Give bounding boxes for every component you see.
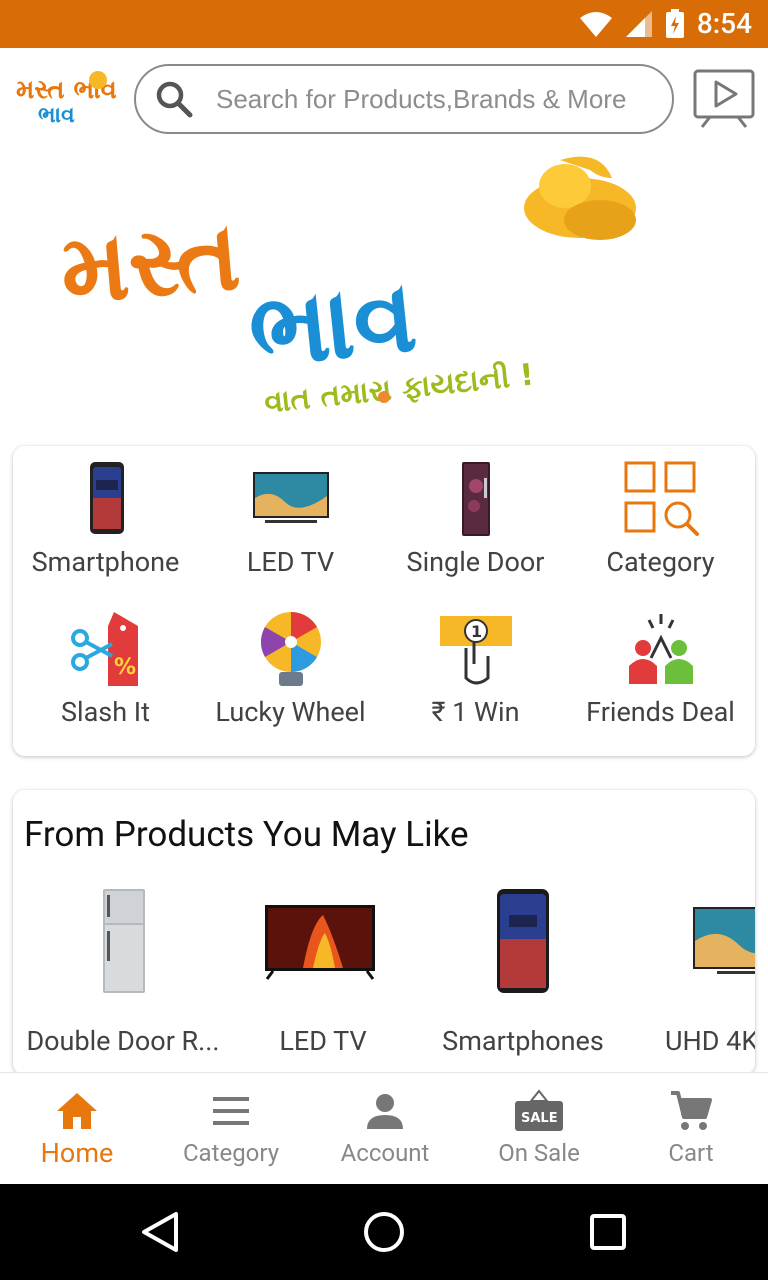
product-item-smartphones[interactable]: Smartphones — [423, 885, 623, 1070]
quick-link-rupee-win[interactable]: 1 ₹ 1 Win — [383, 596, 568, 736]
smartphone-icon — [497, 889, 549, 993]
menu-icon — [213, 1097, 249, 1125]
quick-link-label: Single Door — [406, 546, 545, 578]
sale-badge-text: SALE — [521, 1111, 558, 1126]
rupee-win-icon: 1 — [439, 616, 512, 685]
quick-link-label: Category — [606, 546, 715, 578]
product-item-uhd[interactable]: UHD 4K — [623, 885, 755, 1070]
back-icon[interactable] — [136, 1208, 184, 1256]
quick-link-label: Smartphone — [31, 546, 180, 578]
banner-word-mast: મસ્ત — [56, 199, 244, 326]
clock: 8:54 — [696, 7, 752, 40]
quick-link-smartphone[interactable]: Smartphone — [13, 446, 198, 586]
person-icon — [367, 1094, 403, 1129]
quick-link-label: LED TV — [246, 546, 335, 578]
app-header: મસ્ત ભાવ ભાવ — [0, 48, 768, 148]
recommended-products-card: From Products You May Like Double Door R… — [13, 790, 755, 1075]
search-input[interactable] — [216, 83, 656, 115]
led-tv-icon — [265, 905, 375, 980]
quick-link-label: Friends Deal — [586, 696, 735, 728]
promo-banner[interactable]: મસ્ત ભાવ વાત તમારા ફાયદાની ! — [0, 148, 768, 430]
product-label: UHD 4K — [665, 1025, 755, 1057]
carousel-indicator[interactable] — [378, 391, 390, 403]
quick-link-category[interactable]: Category — [568, 446, 753, 586]
nav-label: Home — [40, 1137, 114, 1169]
signal-icon — [625, 11, 652, 37]
led-tv-icon — [252, 472, 329, 523]
search-icon — [156, 81, 193, 118]
logo-word-bhav: ભાવ — [38, 103, 75, 128]
quick-link-friends-deal[interactable]: Friends Deal — [568, 596, 753, 736]
nav-cart[interactable]: Cart — [614, 1073, 768, 1185]
quick-links-card: Smartphone LED TV Single Door Category %… — [13, 446, 755, 756]
banner-word-bhav: ભાવ — [243, 257, 421, 391]
battery-charging-icon — [665, 9, 684, 38]
quick-link-single-door[interactable]: Single Door — [383, 446, 568, 586]
single-door-fridge-icon — [461, 462, 490, 536]
quick-link-slash-it[interactable]: % Slash It — [13, 596, 198, 736]
product-label: Double Door R... — [26, 1025, 220, 1057]
quick-link-label: Lucky Wheel — [215, 696, 366, 728]
recents-icon[interactable] — [584, 1208, 632, 1256]
quick-link-label: ₹ 1 Win — [431, 696, 520, 728]
friends-deal-icon — [628, 614, 693, 684]
product-label: Smartphones — [442, 1025, 604, 1057]
bottom-navigation: Home Category Account SALE On Sale Cart — [0, 1072, 768, 1184]
ok-hand-icon — [524, 156, 636, 240]
quick-link-label: Slash It — [61, 696, 150, 728]
product-item-double-door[interactable]: Double Door R... — [23, 885, 223, 1070]
slash-it-icon: % — [70, 612, 138, 686]
search-bar[interactable] — [134, 64, 674, 134]
nav-category[interactable]: Category — [154, 1073, 308, 1185]
cart-icon — [671, 1091, 712, 1130]
app-logo[interactable]: મસ્ત ભાવ ભાવ — [12, 64, 117, 134]
svg-text:1: 1 — [471, 622, 482, 641]
video-play-icon[interactable] — [692, 68, 756, 130]
nav-label: Category — [182, 1139, 280, 1167]
uhd-tv-icon — [693, 907, 755, 974]
status-bar: 8:54 — [0, 0, 768, 48]
double-door-fridge-icon — [103, 889, 145, 993]
lucky-wheel-icon — [260, 612, 321, 686]
nav-home[interactable]: Home — [0, 1073, 154, 1185]
wifi-icon — [579, 12, 612, 37]
quick-link-lucky-wheel[interactable]: Lucky Wheel — [198, 596, 383, 736]
system-navigation-bar — [0, 1184, 768, 1280]
sale-tag-icon: SALE — [515, 1089, 563, 1131]
home-icon — [57, 1093, 97, 1129]
home-circle-icon[interactable] — [360, 1208, 408, 1256]
quick-link-led-tv[interactable]: LED TV — [198, 446, 383, 586]
nav-label: On Sale — [498, 1139, 580, 1167]
smartphone-icon — [89, 462, 124, 534]
nav-account[interactable]: Account — [308, 1073, 462, 1185]
category-grid-icon — [624, 461, 699, 536]
product-item-led-tv[interactable]: LED TV — [223, 885, 423, 1070]
nav-label: Account — [340, 1139, 430, 1167]
nav-label: Cart — [668, 1139, 714, 1167]
section-title: From Products You May Like — [24, 814, 469, 855]
nav-on-sale[interactable]: SALE On Sale — [462, 1073, 616, 1185]
status-icons: 8:54 — [579, 8, 752, 40]
svg-text:%: % — [114, 655, 136, 680]
product-label: LED TV — [279, 1025, 367, 1057]
